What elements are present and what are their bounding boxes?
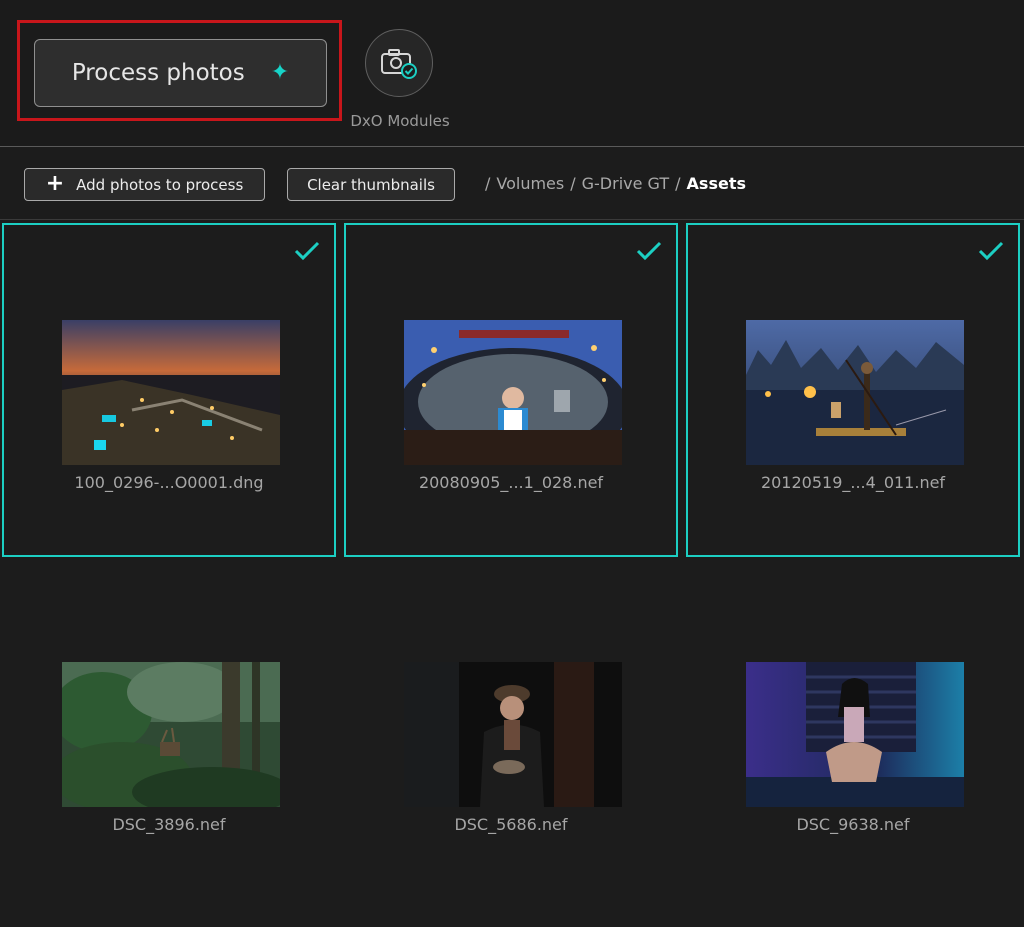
- clear-thumbnails-label: Clear thumbnails: [307, 175, 435, 194]
- dxo-modules-button[interactable]: [365, 29, 433, 97]
- photo-filename: DSC_9638.nef: [796, 815, 910, 834]
- photo-tile[interactable]: DSC_9638.nef: [686, 565, 1020, 899]
- add-photos-label: Add photos to process: [76, 175, 244, 194]
- breadcrumb-separator: /: [485, 174, 491, 193]
- photo-thumbnail: [404, 662, 622, 807]
- photo-thumbnail: [746, 320, 964, 465]
- breadcrumb-separator: /: [570, 174, 576, 193]
- sparkle-icon: ✦: [270, 60, 290, 85]
- photo-tile[interactable]: DSC_3896.nef: [2, 565, 336, 899]
- checkmark-icon: [636, 241, 662, 261]
- photo-tile[interactable]: DSC_5686.nef: [344, 565, 678, 899]
- checkmark-icon: [294, 241, 320, 261]
- photo-filename: 20120519_...4_011.nef: [760, 473, 946, 492]
- photo-thumbnail: [404, 320, 622, 465]
- camera-check-icon: [381, 49, 417, 79]
- toolbar-divider: [0, 219, 1024, 220]
- breadcrumb: / Volumes / G-Drive GT / Assets: [485, 174, 752, 193]
- process-photos-label: Process photos: [71, 60, 245, 86]
- photo-filename: 100_0296-...O0001.dng: [74, 473, 264, 492]
- photo-filename: DSC_3896.nef: [112, 815, 226, 834]
- photo-filename: 20080905_...1_028.nef: [418, 473, 604, 492]
- photo-thumbnail: [62, 662, 280, 807]
- photo-filename: DSC_5686.nef: [454, 815, 568, 834]
- top-area: Process photos ✦ DxO Modules: [0, 0, 1024, 146]
- photo-thumbnail: [62, 320, 280, 465]
- photo-tile[interactable]: 20080905_...1_028.nef: [344, 223, 678, 557]
- breadcrumb-item-assets: Assets: [686, 174, 746, 193]
- breadcrumb-separator: /: [675, 174, 681, 193]
- checkmark-icon: [978, 241, 1004, 261]
- add-photos-button[interactable]: + Add photos to process: [24, 168, 265, 201]
- header-divider: [0, 146, 1024, 147]
- clear-thumbnails-button[interactable]: Clear thumbnails: [287, 168, 455, 201]
- breadcrumb-item-g-drive[interactable]: G-Drive GT: [582, 174, 670, 193]
- breadcrumb-item-volumes[interactable]: Volumes: [496, 174, 564, 193]
- process-photos-button[interactable]: Process photos ✦: [34, 39, 327, 107]
- photo-tile[interactable]: 100_0296-...O0001.dng: [2, 223, 336, 557]
- dxo-modules-label: DxO Modules: [350, 112, 450, 130]
- photo-thumbnail: [746, 662, 964, 807]
- photo-tile[interactable]: 20120519_...4_011.nef: [686, 223, 1020, 557]
- plus-icon: +: [45, 170, 65, 196]
